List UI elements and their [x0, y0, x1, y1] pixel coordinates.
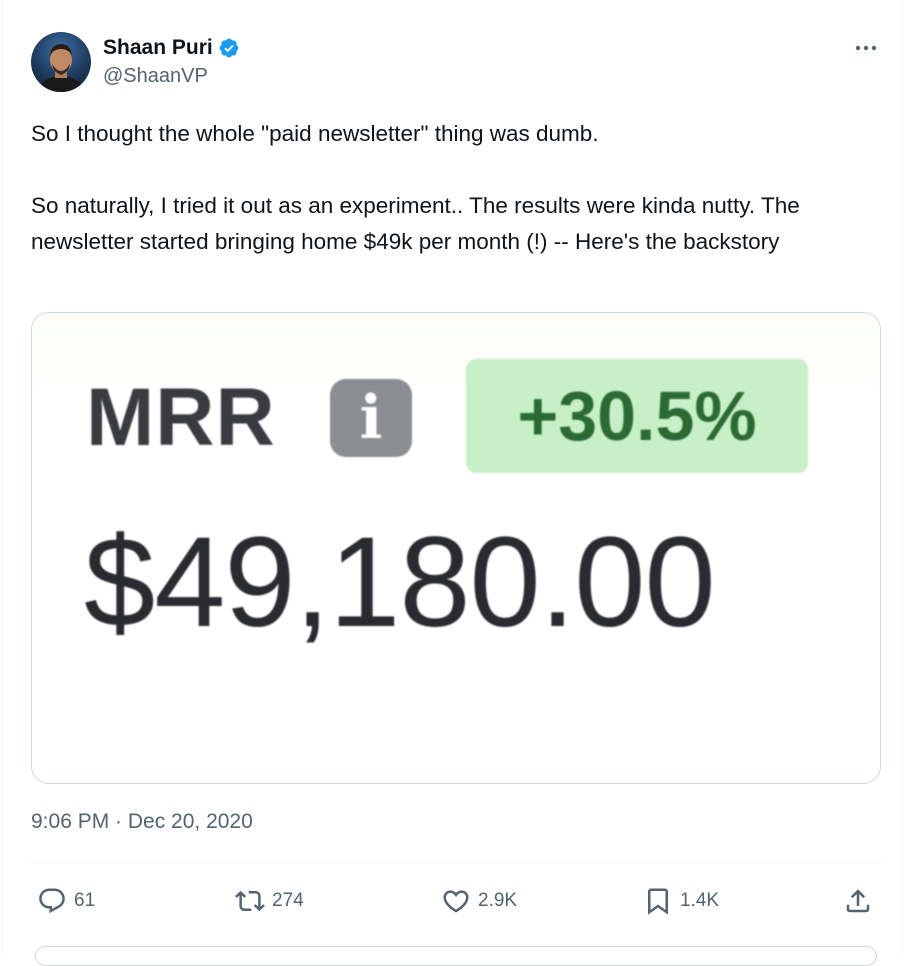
verified-badge-icon[interactable]	[218, 37, 240, 59]
tweet-line: So I thought the whole "paid newsletter"…	[31, 121, 599, 146]
bookmark-icon	[648, 888, 668, 915]
tweet-timestamp[interactable]: 9:06 PM · Dec 20, 2020	[31, 810, 253, 834]
reply-icon	[39, 888, 65, 914]
metric-label: MRR	[86, 372, 276, 463]
info-icon: i	[330, 379, 412, 457]
like-button[interactable]: 2.9K	[441, 878, 517, 924]
share-button[interactable]	[843, 878, 873, 924]
heart-icon	[443, 890, 469, 913]
tweet-line: So naturally, I tried it out as an exper…	[31, 193, 800, 254]
reply-composer-edge	[35, 946, 877, 966]
bookmark-button[interactable]: 1.4K	[643, 878, 719, 924]
like-count: 2.9K	[478, 890, 518, 911]
retweet-button[interactable]: 274	[235, 878, 304, 924]
more-options-button[interactable]	[851, 38, 881, 58]
more-icon	[855, 45, 877, 51]
bookmark-count: 1.4K	[680, 890, 720, 911]
tweet-card: Shaan Puri @ShaanVP So I thought the who…	[2, 0, 903, 966]
tweet-media-image[interactable]: MRR i +30.5% $49,180.00	[31, 312, 881, 784]
avatar[interactable]	[31, 32, 91, 92]
divider	[31, 862, 881, 863]
author-info: Shaan Puri @ShaanVP	[103, 34, 240, 88]
tweet-header: Shaan Puri @ShaanVP	[31, 32, 881, 96]
retweet-count: 274	[272, 890, 304, 911]
tweet-text: So I thought the whole "paid newsletter"…	[31, 116, 881, 260]
avatar-image	[35, 44, 87, 92]
mrr-screenshot: MRR i +30.5% $49,180.00	[32, 313, 880, 783]
share-icon	[846, 889, 870, 913]
author-handle[interactable]: @ShaanVP	[103, 65, 240, 88]
reply-button[interactable]: 61	[37, 878, 95, 924]
growth-badge: +30.5%	[466, 359, 808, 473]
reply-count: 61	[74, 890, 96, 911]
author-display-name[interactable]: Shaan Puri	[103, 36, 213, 60]
retweet-icon	[235, 890, 265, 912]
tweet-actions: 61 274 2.9K 1.4K	[31, 878, 881, 924]
metric-value: $49,180.00	[84, 511, 716, 654]
